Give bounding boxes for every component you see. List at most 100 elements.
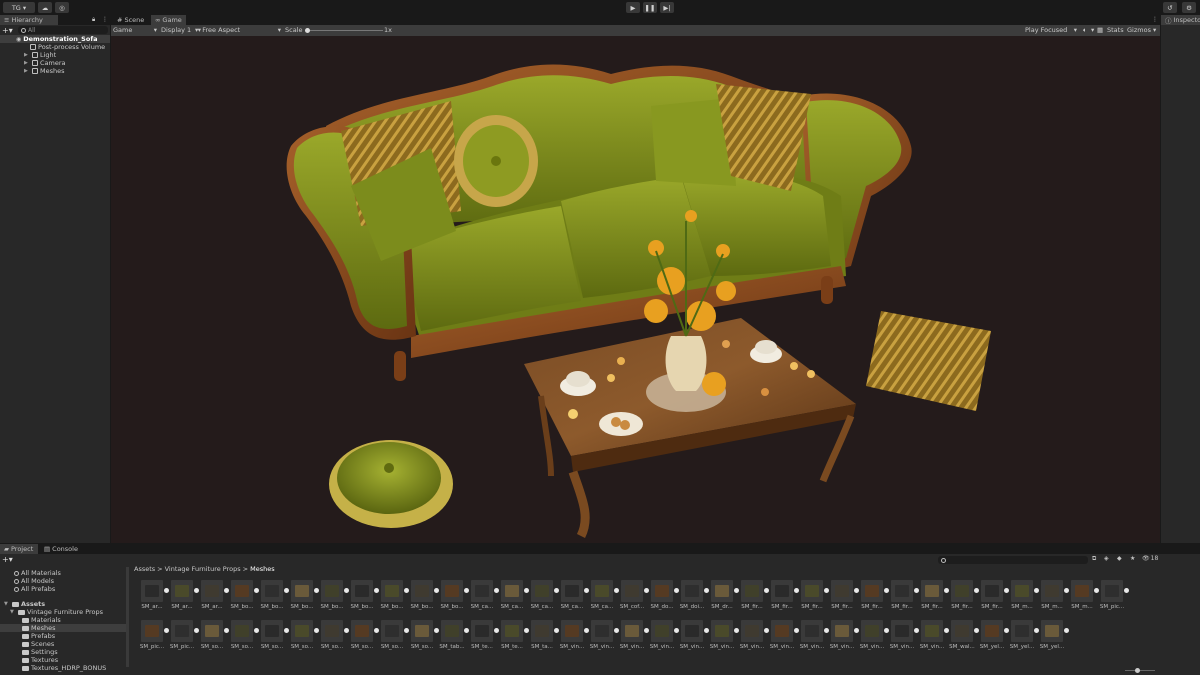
asset-item[interactable]: SM_fir... <box>801 580 829 616</box>
asset-item[interactable]: SM_ta... <box>531 620 559 656</box>
expand-asset-icon[interactable] <box>1064 628 1069 633</box>
asset-item[interactable]: SM_m... <box>1071 580 1099 616</box>
asset-item[interactable]: SM_vin... <box>680 620 709 656</box>
expand-asset-icon[interactable] <box>1094 588 1099 593</box>
expand-asset-icon[interactable] <box>914 628 919 633</box>
expand-asset-icon[interactable] <box>1124 588 1129 593</box>
asset-item[interactable]: SM_cof... <box>620 580 649 616</box>
asset-item[interactable]: SM_ar... <box>171 580 199 616</box>
folder-item[interactable]: Textures <box>22 656 58 664</box>
aspect-dropdown[interactable]: ▾ Free Aspect ▾ <box>195 26 281 34</box>
expand-asset-icon[interactable] <box>644 588 649 593</box>
create-button[interactable]: +▾ <box>2 555 13 564</box>
expand-asset-icon[interactable] <box>464 628 469 633</box>
asset-item[interactable]: SM_ca... <box>501 580 529 616</box>
tab-inspector[interactable]: ⓘ Inspector <box>1161 15 1200 25</box>
tab-console[interactable]: ▤ Console <box>40 544 82 554</box>
play-button[interactable]: ▶ <box>626 2 640 13</box>
breadcrumb-item-current[interactable]: Meshes <box>250 565 275 573</box>
scene-row[interactable]: ◉ Demonstration_Sofa <box>0 35 110 43</box>
expand-asset-icon[interactable] <box>764 628 769 633</box>
expand-asset-icon[interactable] <box>704 628 709 633</box>
folder-item[interactable]: Scenes <box>22 640 54 648</box>
asset-item[interactable]: SM_vin... <box>560 620 589 656</box>
step-button[interactable]: ▶| <box>660 2 674 13</box>
expand-asset-icon[interactable] <box>674 628 679 633</box>
grid-icon[interactable]: ▦ <box>1097 26 1103 34</box>
asset-item[interactable]: SM_bo... <box>411 580 439 616</box>
expand-asset-icon[interactable] <box>734 588 739 593</box>
asset-item[interactable]: SM_dr... <box>711 580 739 616</box>
asset-item[interactable]: SM_vin... <box>860 620 889 656</box>
asset-item[interactable]: SM_fir... <box>921 580 949 616</box>
asset-item[interactable]: SM_ca... <box>471 580 499 616</box>
expand-asset-icon[interactable] <box>1004 588 1009 593</box>
asset-item[interactable]: SM_pic... <box>140 620 169 656</box>
expand-arrow-icon[interactable]: ▶ <box>24 68 30 74</box>
expand-asset-icon[interactable] <box>884 588 889 593</box>
asset-item[interactable]: SM_m... <box>1011 580 1039 616</box>
expand-asset-icon[interactable] <box>434 588 439 593</box>
asset-item[interactable]: SM_vin... <box>830 620 859 656</box>
asset-item[interactable]: SM_ca... <box>561 580 589 616</box>
expand-arrow-icon[interactable]: ▼ <box>10 609 16 615</box>
stats-button[interactable]: Stats <box>1107 26 1124 34</box>
asset-item[interactable]: SM_bo... <box>291 580 319 616</box>
thumbnail-size-slider[interactable] <box>1125 668 1155 673</box>
asset-item[interactable]: SM_pic... <box>1100 580 1129 616</box>
asset-item[interactable]: SM_vin... <box>770 620 799 656</box>
folder-item[interactable]: Textures_HDRP_BONUS <box>22 664 106 672</box>
scale-slider-thumb[interactable] <box>305 28 310 33</box>
expand-asset-icon[interactable] <box>494 588 499 593</box>
tab-project[interactable]: ▰ Project <box>0 544 38 554</box>
expand-asset-icon[interactable] <box>824 588 829 593</box>
expand-asset-icon[interactable] <box>734 628 739 633</box>
expand-asset-icon[interactable] <box>434 628 439 633</box>
asset-item[interactable]: SM_so... <box>351 620 379 656</box>
hierarchy-item[interactable]: ▶ Light <box>24 51 56 59</box>
expand-asset-icon[interactable] <box>794 588 799 593</box>
thumbnail-size-thumb[interactable] <box>1135 668 1140 673</box>
asset-item[interactable]: SM_vin... <box>800 620 829 656</box>
expand-asset-icon[interactable] <box>1064 588 1069 593</box>
expand-asset-icon[interactable] <box>824 628 829 633</box>
tab-hierarchy[interactable]: ≡ Hierarchy <box>0 15 58 25</box>
asset-item[interactable]: SM_ca... <box>531 580 559 616</box>
more-icon[interactable]: ⋮ <box>1152 16 1158 23</box>
expand-asset-icon[interactable] <box>494 628 499 633</box>
asset-item[interactable]: SM_ca... <box>591 580 619 616</box>
asset-item[interactable]: SM_so... <box>411 620 439 656</box>
asset-item[interactable]: SM_vin... <box>710 620 739 656</box>
asset-item[interactable]: SM_vin... <box>920 620 949 656</box>
asset-item[interactable]: SM_bo... <box>441 580 469 616</box>
scale-slider[interactable] <box>305 28 383 33</box>
expand-asset-icon[interactable] <box>944 588 949 593</box>
asset-item[interactable]: SM_bo... <box>231 580 259 616</box>
folder-item-selected[interactable]: Meshes <box>0 624 126 632</box>
pause-button[interactable]: ❚❚ <box>643 2 657 13</box>
breadcrumb-item[interactable]: Vintage Furniture Props <box>165 565 241 573</box>
breadcrumb-item[interactable]: Assets <box>134 565 155 573</box>
asset-item[interactable]: SM_fir... <box>861 580 889 616</box>
expand-asset-icon[interactable] <box>374 588 379 593</box>
asset-item[interactable]: SM_fir... <box>981 580 1009 616</box>
expand-asset-icon[interactable] <box>344 628 349 633</box>
expand-asset-icon[interactable] <box>554 628 559 633</box>
expand-asset-icon[interactable] <box>974 588 979 593</box>
favorite-icon[interactable]: ★ <box>1130 555 1135 562</box>
expand-asset-icon[interactable] <box>194 588 199 593</box>
expand-asset-icon[interactable] <box>344 588 349 593</box>
asset-item[interactable]: SM_te... <box>501 620 529 656</box>
expand-asset-icon[interactable] <box>404 628 409 633</box>
expand-asset-icon[interactable] <box>404 588 409 593</box>
expand-asset-icon[interactable] <box>614 588 619 593</box>
expand-asset-icon[interactable] <box>854 588 859 593</box>
asset-item[interactable]: SM_so... <box>201 620 229 656</box>
asset-item[interactable]: SM_wal... <box>949 620 979 656</box>
more-icon[interactable]: ⋮ <box>102 16 108 23</box>
asset-item[interactable]: SM_fir... <box>831 580 859 616</box>
expand-asset-icon[interactable] <box>554 588 559 593</box>
folder-item[interactable]: ▼ Vintage Furniture Props <box>10 608 103 616</box>
asset-item[interactable]: SM_bo... <box>261 580 289 616</box>
account-button[interactable]: TG ▾ <box>3 2 35 13</box>
